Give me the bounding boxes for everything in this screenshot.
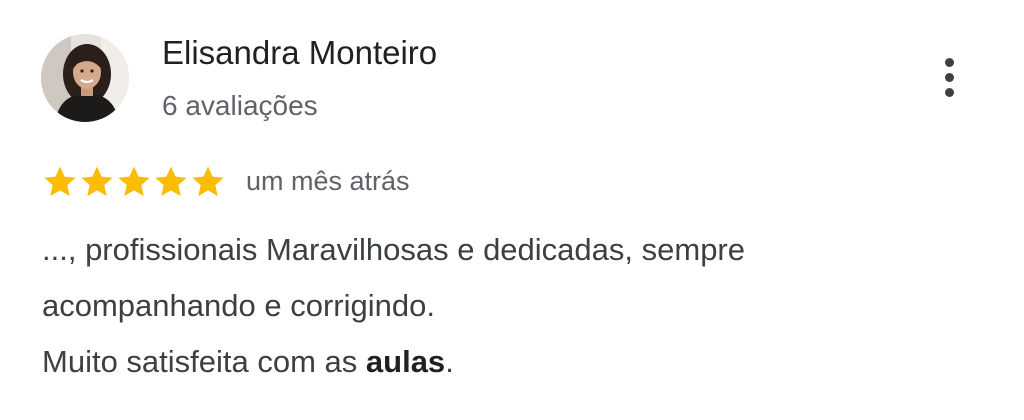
review-text-segment: Muito satisfeita com as: [42, 344, 366, 379]
review-text-line: acompanhando e corrigindo.: [42, 288, 435, 323]
menu-dot: [945, 58, 954, 67]
menu-dot: [945, 73, 954, 82]
review-card: Elisandra Monteiro 6 avaliações um mês a…: [0, 0, 1024, 420]
review-text-segment: .: [445, 344, 454, 379]
review-text: ..., profissionais Maravilhosas e dedica…: [42, 222, 992, 390]
star-icon: [116, 164, 152, 200]
profile-photo: [41, 34, 129, 122]
star-icon: [153, 164, 189, 200]
menu-dot: [945, 88, 954, 97]
review-text-line: ..., profissionais Maravilhosas e dedica…: [42, 232, 745, 267]
reviewer-name[interactable]: Elisandra Monteiro: [162, 32, 437, 74]
star-icon: [42, 164, 78, 200]
more-vert-icon[interactable]: [930, 54, 970, 100]
star-icon: [79, 164, 115, 200]
star-icon: [190, 164, 226, 200]
review-text-highlight: aulas: [365, 344, 446, 379]
avatar[interactable]: [41, 34, 129, 122]
star-rating: [42, 164, 226, 200]
review-date: um mês atrás: [246, 166, 410, 196]
review-count[interactable]: 6 avaliações: [162, 88, 318, 124]
review-text-line: Muito satisfeita com as aulas.: [42, 334, 992, 390]
